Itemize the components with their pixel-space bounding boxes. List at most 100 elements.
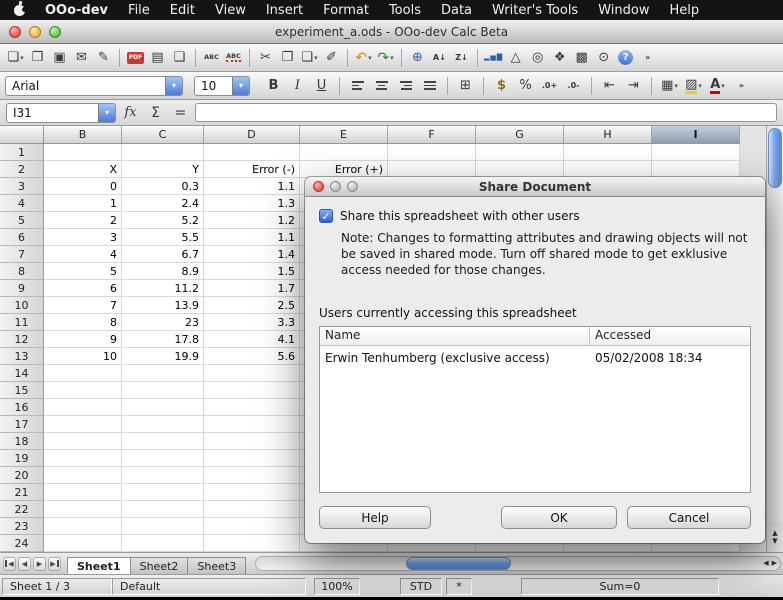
column-header-F[interactable]: F: [388, 126, 476, 144]
horizontal-scrollbar[interactable]: ◀ ▶: [255, 556, 781, 571]
row-header-14[interactable]: 14: [0, 365, 44, 382]
row-header-10[interactable]: 10: [0, 297, 44, 314]
format-paintbrush-button[interactable]: ✐: [321, 47, 342, 69]
background-color-button[interactable]: ▨▾: [683, 75, 704, 97]
row-header-18[interactable]: 18: [0, 433, 44, 450]
previous-sheet-button[interactable]: ◀: [18, 557, 31, 571]
window-zoom-button[interactable]: [49, 26, 61, 38]
row-header-24[interactable]: 24: [0, 535, 44, 552]
cell-D7[interactable]: 1.4: [204, 246, 300, 263]
row-header-4[interactable]: 4: [0, 195, 44, 212]
find-replace-button[interactable]: ◎: [527, 47, 548, 69]
cell-C19[interactable]: [122, 450, 204, 467]
sort-ascending-button[interactable]: A↓: [429, 47, 450, 69]
sort-descending-button[interactable]: Z↓: [451, 47, 472, 69]
menu-writer-s-tools[interactable]: Writer's Tools: [482, 3, 588, 18]
cell-B15[interactable]: [44, 382, 122, 399]
last-sheet-button[interactable]: ▶: [48, 557, 61, 571]
application-menu[interactable]: OOo-dev: [35, 3, 118, 18]
window-titlebar[interactable]: experiment_a.ods - OOo-dev Calc Beta: [0, 20, 783, 44]
row-header-7[interactable]: 7: [0, 246, 44, 263]
cell-B11[interactable]: 8: [44, 314, 122, 331]
font-size-dropdown-icon[interactable]: ▾: [232, 77, 249, 95]
export-pdf-button[interactable]: PDF: [125, 47, 146, 69]
font-name-dropdown-icon[interactable]: ▾: [165, 77, 182, 95]
row-header-12[interactable]: 12: [0, 331, 44, 348]
next-sheet-button[interactable]: ▶: [33, 557, 46, 571]
row-header-19[interactable]: 19: [0, 450, 44, 467]
cell-C21[interactable]: [122, 484, 204, 501]
cell-B14[interactable]: [44, 365, 122, 382]
format-percent-button[interactable]: %: [515, 75, 536, 97]
copy-button[interactable]: ❐: [277, 47, 298, 69]
italic-button[interactable]: I: [287, 75, 308, 97]
cell-C22[interactable]: [122, 501, 204, 518]
sum-button[interactable]: Σ: [145, 102, 166, 124]
new-document-button[interactable]: ❏▾: [5, 47, 26, 69]
cell-B23[interactable]: [44, 518, 122, 535]
row-header-17[interactable]: 17: [0, 416, 44, 433]
paste-button[interactable]: ❑▾: [299, 47, 320, 69]
cell-H1[interactable]: [564, 144, 652, 161]
cell-C5[interactable]: 5.2: [122, 212, 204, 229]
cell-D4[interactable]: 1.3: [204, 195, 300, 212]
formula-input-line[interactable]: [195, 103, 777, 122]
cell-D12[interactable]: 4.1: [204, 331, 300, 348]
cell-B5[interactable]: 2: [44, 212, 122, 229]
cell-C18[interactable]: [122, 433, 204, 450]
show-draw-functions-button[interactable]: △: [505, 47, 526, 69]
sheet-tab-sheet2[interactable]: Sheet2: [130, 557, 189, 574]
cell-B18[interactable]: [44, 433, 122, 450]
cell-B20[interactable]: [44, 467, 122, 484]
cell-D14[interactable]: [204, 365, 300, 382]
row-header-23[interactable]: 23: [0, 518, 44, 535]
sheet-tab-sheet3[interactable]: Sheet3: [187, 557, 246, 574]
dialog-titlebar[interactable]: Share Document: [305, 177, 765, 197]
row-header-3[interactable]: 3: [0, 178, 44, 195]
row-header-5[interactable]: 5: [0, 212, 44, 229]
cell-C12[interactable]: 17.8: [122, 331, 204, 348]
menu-edit[interactable]: Edit: [160, 3, 205, 18]
cell-B10[interactable]: 7: [44, 297, 122, 314]
align-center-button[interactable]: [371, 75, 392, 97]
save-button[interactable]: ▣: [49, 47, 70, 69]
cell-C9[interactable]: 11.2: [122, 280, 204, 297]
users-table-header-accessed[interactable]: Accessed: [590, 327, 750, 345]
cell-I1[interactable]: [652, 144, 740, 161]
status-selection-mode[interactable]: STD: [400, 578, 442, 595]
gallery-button[interactable]: ▩: [571, 47, 592, 69]
column-header-I[interactable]: I: [652, 126, 740, 144]
cell-D1[interactable]: [204, 144, 300, 161]
cell-C7[interactable]: 6.7: [122, 246, 204, 263]
cell-C17[interactable]: [122, 416, 204, 433]
decrease-indent-button[interactable]: ⇤: [599, 75, 620, 97]
cell-D22[interactable]: [204, 501, 300, 518]
menu-format[interactable]: Format: [313, 3, 379, 18]
scroll-up-button[interactable]: ▲: [772, 530, 777, 537]
row-header-22[interactable]: 22: [0, 501, 44, 518]
cell-H2[interactable]: [564, 161, 652, 178]
undo-button[interactable]: ↶▾: [353, 47, 374, 69]
cell-B19[interactable]: [44, 450, 122, 467]
cell-B16[interactable]: [44, 399, 122, 416]
cell-D15[interactable]: [204, 382, 300, 399]
cell-B3[interactable]: 0: [44, 178, 122, 195]
cell-D6[interactable]: 1.1: [204, 229, 300, 246]
increase-indent-button[interactable]: ⇥: [623, 75, 644, 97]
cell-C11[interactable]: 23: [122, 314, 204, 331]
function-wizard-button[interactable]: fx: [120, 102, 141, 124]
cell-D23[interactable]: [204, 518, 300, 535]
status-page-style[interactable]: Default: [112, 578, 306, 595]
status-sum[interactable]: Sum=0: [521, 578, 719, 595]
dialog-close-button[interactable]: [313, 181, 324, 192]
bold-button[interactable]: B: [263, 75, 284, 97]
cell-C13[interactable]: 19.9: [122, 348, 204, 365]
column-header-G[interactable]: G: [476, 126, 564, 144]
name-box[interactable]: I31 ▾: [6, 103, 116, 123]
merge-cells-button[interactable]: ⊞: [455, 75, 476, 97]
cell-B22[interactable]: [44, 501, 122, 518]
select-all-corner[interactable]: [0, 126, 44, 144]
cell-C23[interactable]: [122, 518, 204, 535]
cell-C20[interactable]: [122, 467, 204, 484]
document-as-email-button[interactable]: ✉: [71, 47, 92, 69]
